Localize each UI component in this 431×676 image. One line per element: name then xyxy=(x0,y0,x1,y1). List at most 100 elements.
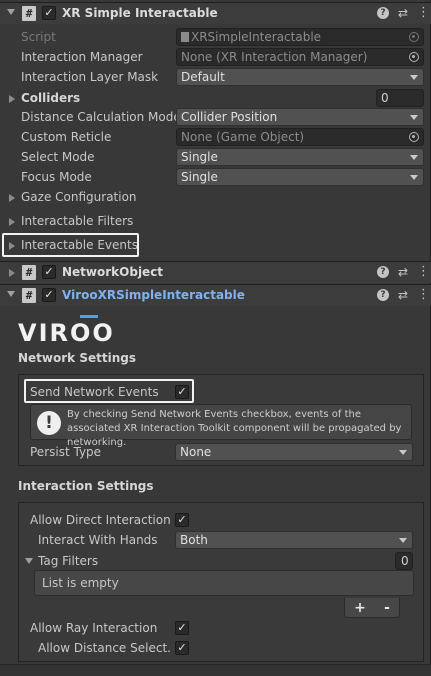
help-icon[interactable]: ? xyxy=(376,266,389,278)
help-icon[interactable]: ? xyxy=(376,7,389,19)
dropdown-value: Both xyxy=(180,533,208,547)
allow-distance-select-checkbox[interactable]: ✓ xyxy=(175,641,189,655)
object-picker-icon xyxy=(409,32,419,42)
network-settings-heading: Network Settings xyxy=(18,351,136,365)
focus-mode-dropdown[interactable]: Single xyxy=(176,168,424,186)
presets-icon[interactable]: ⇄ xyxy=(398,288,408,302)
property-label: Script xyxy=(21,30,56,44)
info-icon: ! xyxy=(37,411,61,435)
chevron-down-icon xyxy=(410,155,418,160)
viroo-logo-text: VIROO xyxy=(18,319,115,347)
script-icon: # xyxy=(22,265,36,280)
kebab-menu-icon[interactable]: ⋮ xyxy=(417,265,430,279)
property-label: Allow Direct Interaction xyxy=(30,513,171,527)
foldout-gaze-configuration[interactable]: Gaze Configuration xyxy=(0,187,431,207)
chevron-down-icon xyxy=(399,450,407,455)
component-header-network-object[interactable]: # ✓ NetworkObject ? ⇄ ⋮ xyxy=(0,261,431,283)
component-title: XR Simple Interactable xyxy=(62,6,218,20)
allow-direct-interaction-checkbox[interactable]: ✓ xyxy=(175,513,189,527)
presets-icon[interactable]: ⇄ xyxy=(398,265,408,279)
property-row-allow-ray-interaction: Allow Ray Interaction ✓ xyxy=(0,618,431,638)
component-enabled-checkbox[interactable]: ✓ xyxy=(42,265,56,279)
property-row-select-mode: Select Mode Single xyxy=(0,147,431,167)
property-row-interaction-manager: Interaction Manager None (XR Interaction… xyxy=(0,47,431,67)
chevron-down-icon xyxy=(410,175,418,180)
custom-reticle-field[interactable]: None (Game Object) xyxy=(176,128,424,146)
inspector-panel: # ✓ XR Simple Interactable ? ⇄ ⋮ Script … xyxy=(0,0,431,676)
property-label: Interaction Manager xyxy=(21,50,143,64)
interact-with-hands-dropdown[interactable]: Both xyxy=(175,531,413,549)
property-row-interact-with-hands: Interact With Hands Both xyxy=(0,530,431,550)
presets-icon[interactable]: ⇄ xyxy=(398,6,408,20)
dropdown-value: Default xyxy=(181,70,225,84)
foldout-arrow-icon[interactable] xyxy=(7,291,15,297)
foldout-arrow-icon[interactable] xyxy=(9,194,15,202)
foldout-arrow-icon[interactable] xyxy=(25,558,33,564)
property-row-interaction-layer-mask: Interaction Layer Mask Default xyxy=(0,67,431,87)
interaction-settings-heading: Interaction Settings xyxy=(18,479,154,493)
foldout-tag-filters[interactable]: Tag Filters 0 xyxy=(0,551,431,571)
tag-filters-list: List is empty xyxy=(34,570,414,596)
foldout-interactable-filters[interactable]: Interactable Filters xyxy=(0,211,431,231)
select-mode-dropdown[interactable]: Single xyxy=(176,148,424,166)
property-label: Custom Reticle xyxy=(21,130,112,144)
property-row-custom-reticle: Custom Reticle None (Game Object) xyxy=(0,127,431,147)
add-element-button[interactable]: + xyxy=(354,600,366,616)
property-label: Select Mode xyxy=(21,150,95,164)
property-row-distance-calculation-mode: Distance Calculation Mode Collider Posit… xyxy=(0,107,431,127)
colliders-count-field[interactable]: 0 xyxy=(376,89,424,107)
script-file-icon xyxy=(181,32,189,42)
property-row-focus-mode: Focus Mode Single xyxy=(0,167,431,187)
foldout-arrow-icon[interactable] xyxy=(9,95,15,103)
kebab-menu-icon[interactable]: ⋮ xyxy=(417,6,430,20)
script-field: XRSimpleInteractable xyxy=(176,28,424,46)
component-enabled-checkbox[interactable]: ✓ xyxy=(42,288,56,302)
highlight-box-interactable-events xyxy=(2,233,139,257)
tag-filters-count-field[interactable]: 0 xyxy=(395,552,413,570)
colliders-label[interactable]: Colliders xyxy=(21,91,80,105)
persist-type-dropdown[interactable]: None xyxy=(175,443,413,461)
foldout-arrow-icon[interactable] xyxy=(9,269,15,277)
property-row-persist-type: Persist Type None xyxy=(0,442,431,462)
object-picker-icon[interactable] xyxy=(409,52,419,62)
dropdown-value: Collider Position xyxy=(181,110,278,124)
help-icon[interactable]: ? xyxy=(376,289,389,301)
remove-element-button[interactable]: - xyxy=(384,600,390,616)
chevron-down-icon xyxy=(410,75,418,80)
highlight-box-send-network-events xyxy=(24,379,194,403)
property-label: Allow Distance Select... xyxy=(38,641,172,655)
script-icon: # xyxy=(22,6,36,21)
property-label: Interact With Hands xyxy=(38,533,158,547)
property-row-allow-distance-select: Allow Distance Select... ✓ xyxy=(0,638,431,658)
component-header-xr-simple-interactable[interactable]: # ✓ XR Simple Interactable ? ⇄ ⋮ xyxy=(0,2,431,24)
property-row-allow-direct-interaction: Allow Direct Interaction ✓ xyxy=(0,510,431,530)
component-title: VirooXRSimpleInteractable xyxy=(62,288,245,302)
component-enabled-checkbox[interactable]: ✓ xyxy=(42,6,56,20)
property-label: Allow Ray Interaction xyxy=(30,621,158,635)
field-value: None (Game Object) xyxy=(181,130,305,144)
kebab-menu-icon[interactable]: ⋮ xyxy=(417,288,430,302)
interaction-manager-field[interactable]: None (XR Interaction Manager) xyxy=(176,48,424,66)
property-label: Distance Calculation Mode xyxy=(21,110,176,124)
allow-ray-interaction-checkbox[interactable]: ✓ xyxy=(175,621,189,635)
panel-bottom-edge xyxy=(0,664,431,676)
viroo-logo: VIROO xyxy=(18,313,118,347)
property-label: Focus Mode xyxy=(21,170,92,184)
property-label: Persist Type xyxy=(30,445,102,459)
script-icon: # xyxy=(22,288,36,303)
component-header-viroo-xr-simple-interactable[interactable]: # ✓ VirooXRSimpleInteractable ? ⇄ ⋮ xyxy=(0,284,431,306)
foldout-label[interactable]: Interactable Filters xyxy=(21,214,133,228)
distance-calculation-mode-dropdown[interactable]: Collider Position xyxy=(176,108,424,126)
object-picker-icon[interactable] xyxy=(409,132,419,142)
script-field-value: XRSimpleInteractable xyxy=(191,30,322,44)
dropdown-value: Single xyxy=(181,150,218,164)
foldout-label[interactable]: Gaze Configuration xyxy=(21,190,137,204)
tag-filters-label[interactable]: Tag Filters xyxy=(38,554,98,568)
chevron-down-icon xyxy=(399,538,407,543)
foldout-arrow-icon[interactable] xyxy=(9,218,15,226)
property-row-colliders[interactable]: Colliders 0 xyxy=(0,88,431,108)
field-value: None (XR Interaction Manager) xyxy=(181,50,368,64)
interaction-layer-mask-dropdown[interactable]: Default xyxy=(176,68,424,86)
property-label: Interaction Layer Mask xyxy=(21,70,159,84)
foldout-arrow-icon[interactable] xyxy=(7,9,15,15)
